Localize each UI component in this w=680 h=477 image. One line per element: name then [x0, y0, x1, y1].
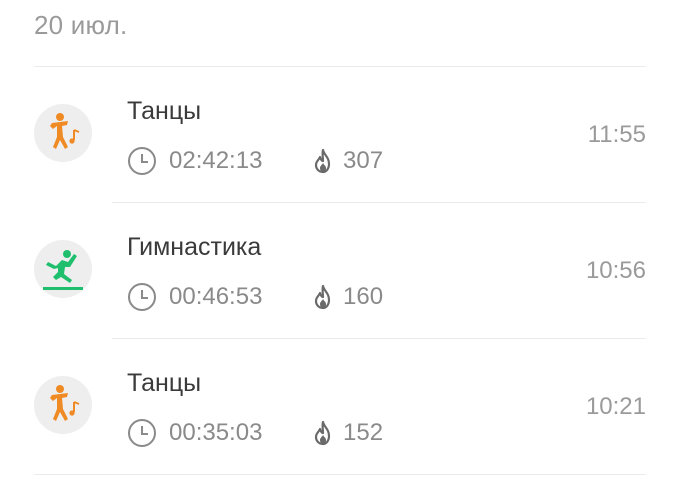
dance-icon [34, 104, 92, 162]
date-header: 20 июл. [34, 10, 128, 40]
flame-icon [314, 284, 331, 310]
clock-icon [128, 419, 156, 447]
workout-title: Танцы [127, 369, 202, 397]
clock-icon [128, 283, 156, 311]
workout-row[interactable]: Танцы 02:42:13 307 11:55 [0, 67, 680, 203]
workout-calories: 307 [343, 147, 384, 174]
workout-list: Танцы 02:42:13 307 11:55 Гимнастика 00:4… [0, 67, 680, 475]
flame-icon [314, 420, 331, 446]
workout-duration: 00:35:03 [169, 419, 263, 446]
workout-meta: 00:46:53 160 [127, 281, 383, 313]
workout-duration: 00:46:53 [169, 283, 263, 310]
workout-row[interactable]: Танцы 00:35:03 152 10:21 [0, 339, 680, 475]
workout-meta: 02:42:13 307 [127, 145, 383, 177]
clock-icon [128, 147, 156, 175]
workout-time: 10:21 [585, 393, 646, 420]
workout-row[interactable]: Гимнастика 00:46:53 160 10:56 [0, 203, 680, 339]
divider [34, 474, 646, 475]
workout-calories: 152 [343, 419, 384, 446]
workout-duration: 02:42:13 [169, 147, 263, 174]
workout-history-page: 20 июл. Танцы 02:42:13 307 11:55 Гимнаст… [0, 0, 680, 477]
workout-time: 10:56 [585, 257, 646, 284]
gymnastics-icon [34, 240, 92, 298]
workout-time: 11:55 [587, 121, 646, 148]
workout-calories: 160 [343, 283, 384, 310]
workout-title: Танцы [127, 97, 202, 125]
workout-meta: 00:35:03 152 [127, 417, 383, 449]
flame-icon [314, 148, 331, 174]
workout-title: Гимнастика [127, 233, 262, 261]
dance-icon [34, 376, 92, 434]
